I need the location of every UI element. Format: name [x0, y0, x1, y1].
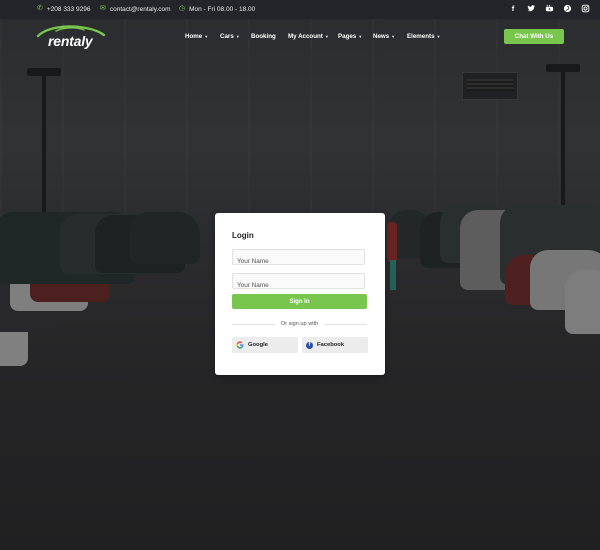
password-input[interactable] — [233, 278, 364, 293]
google-icon — [236, 341, 244, 349]
phone-contact[interactable]: ✆ +208 333 9296 — [37, 5, 90, 13]
mail-icon: ✉ — [100, 5, 106, 12]
chevron-down-icon: ▼ — [391, 34, 396, 39]
divider-text: Or sign up with — [280, 321, 319, 327]
divider-line — [232, 323, 275, 325]
name-field[interactable] — [232, 249, 365, 269]
nav-label: Cars — [220, 33, 234, 40]
facebook-icon[interactable]: f — [508, 4, 518, 14]
nav-label: Pages — [338, 33, 357, 40]
sign-in-button[interactable]: Sign In — [232, 294, 367, 309]
top-info-bar: ✆ +208 333 9296 ✉ contact@rentaly.com ◷ … — [0, 0, 600, 19]
nav-item-my-account[interactable]: My Account ▼ — [288, 33, 338, 40]
nav-item-pages[interactable]: Pages ▼ — [338, 33, 373, 40]
facebook-icon: f — [306, 341, 313, 349]
facebook-signup-button[interactable]: f Facebook — [302, 337, 368, 353]
nav-item-booking[interactable]: Booking — [251, 33, 288, 40]
nav-item-cars[interactable]: Cars ▼ — [220, 33, 251, 40]
nav-label: Booking — [251, 33, 276, 40]
login-title: Login — [232, 231, 254, 240]
chevron-down-icon: ▼ — [436, 34, 441, 39]
hours-text: Mon - Fri 08.00 - 18.00 — [189, 5, 256, 13]
opening-hours: ◷ Mon - Fri 08.00 - 18.00 — [179, 5, 255, 13]
logo-text: rentaly — [48, 33, 93, 49]
chevron-down-icon: ▼ — [204, 34, 209, 39]
google-label: Google — [248, 342, 268, 348]
nav-label: My Account — [288, 33, 323, 40]
divider-line — [324, 323, 367, 325]
name-input[interactable] — [233, 254, 364, 269]
social-links: f — [508, 4, 590, 14]
pinterest-icon[interactable] — [562, 4, 572, 14]
main-nav: Home ▼ Cars ▼ Booking My Account ▼ Pages… — [185, 33, 447, 40]
nav-label: Elements — [407, 33, 435, 40]
nav-item-elements[interactable]: Elements ▼ — [407, 33, 447, 40]
email-address: contact@rentaly.com — [109, 5, 171, 13]
nav-item-home[interactable]: Home ▼ — [185, 33, 220, 40]
nav-label: News — [373, 33, 390, 40]
twitter-icon[interactable] — [526, 4, 536, 14]
google-signup-button[interactable]: Google — [232, 337, 298, 353]
chat-with-us-button[interactable]: Chat With Us — [504, 29, 564, 44]
logo[interactable]: rentaly — [36, 24, 106, 50]
email-contact[interactable]: ✉ contact@rentaly.com — [100, 5, 171, 13]
chevron-down-icon: ▼ — [324, 34, 329, 39]
password-field[interactable] — [232, 273, 365, 293]
clock-icon: ◷ — [179, 5, 186, 12]
facebook-label: Facebook — [317, 342, 345, 348]
chevron-down-icon: ▼ — [235, 34, 240, 39]
phone-icon: ✆ — [37, 5, 43, 12]
phone-number: +208 333 9296 — [46, 5, 91, 13]
instagram-icon[interactable] — [580, 4, 590, 14]
youtube-icon[interactable] — [544, 4, 554, 14]
nav-item-news[interactable]: News ▼ — [373, 33, 407, 40]
login-card: Login Sign In Or sign up with Google f F… — [215, 213, 385, 375]
social-divider: Or sign up with — [232, 319, 367, 329]
chevron-down-icon: ▼ — [358, 34, 363, 39]
nav-label: Home — [185, 33, 203, 40]
